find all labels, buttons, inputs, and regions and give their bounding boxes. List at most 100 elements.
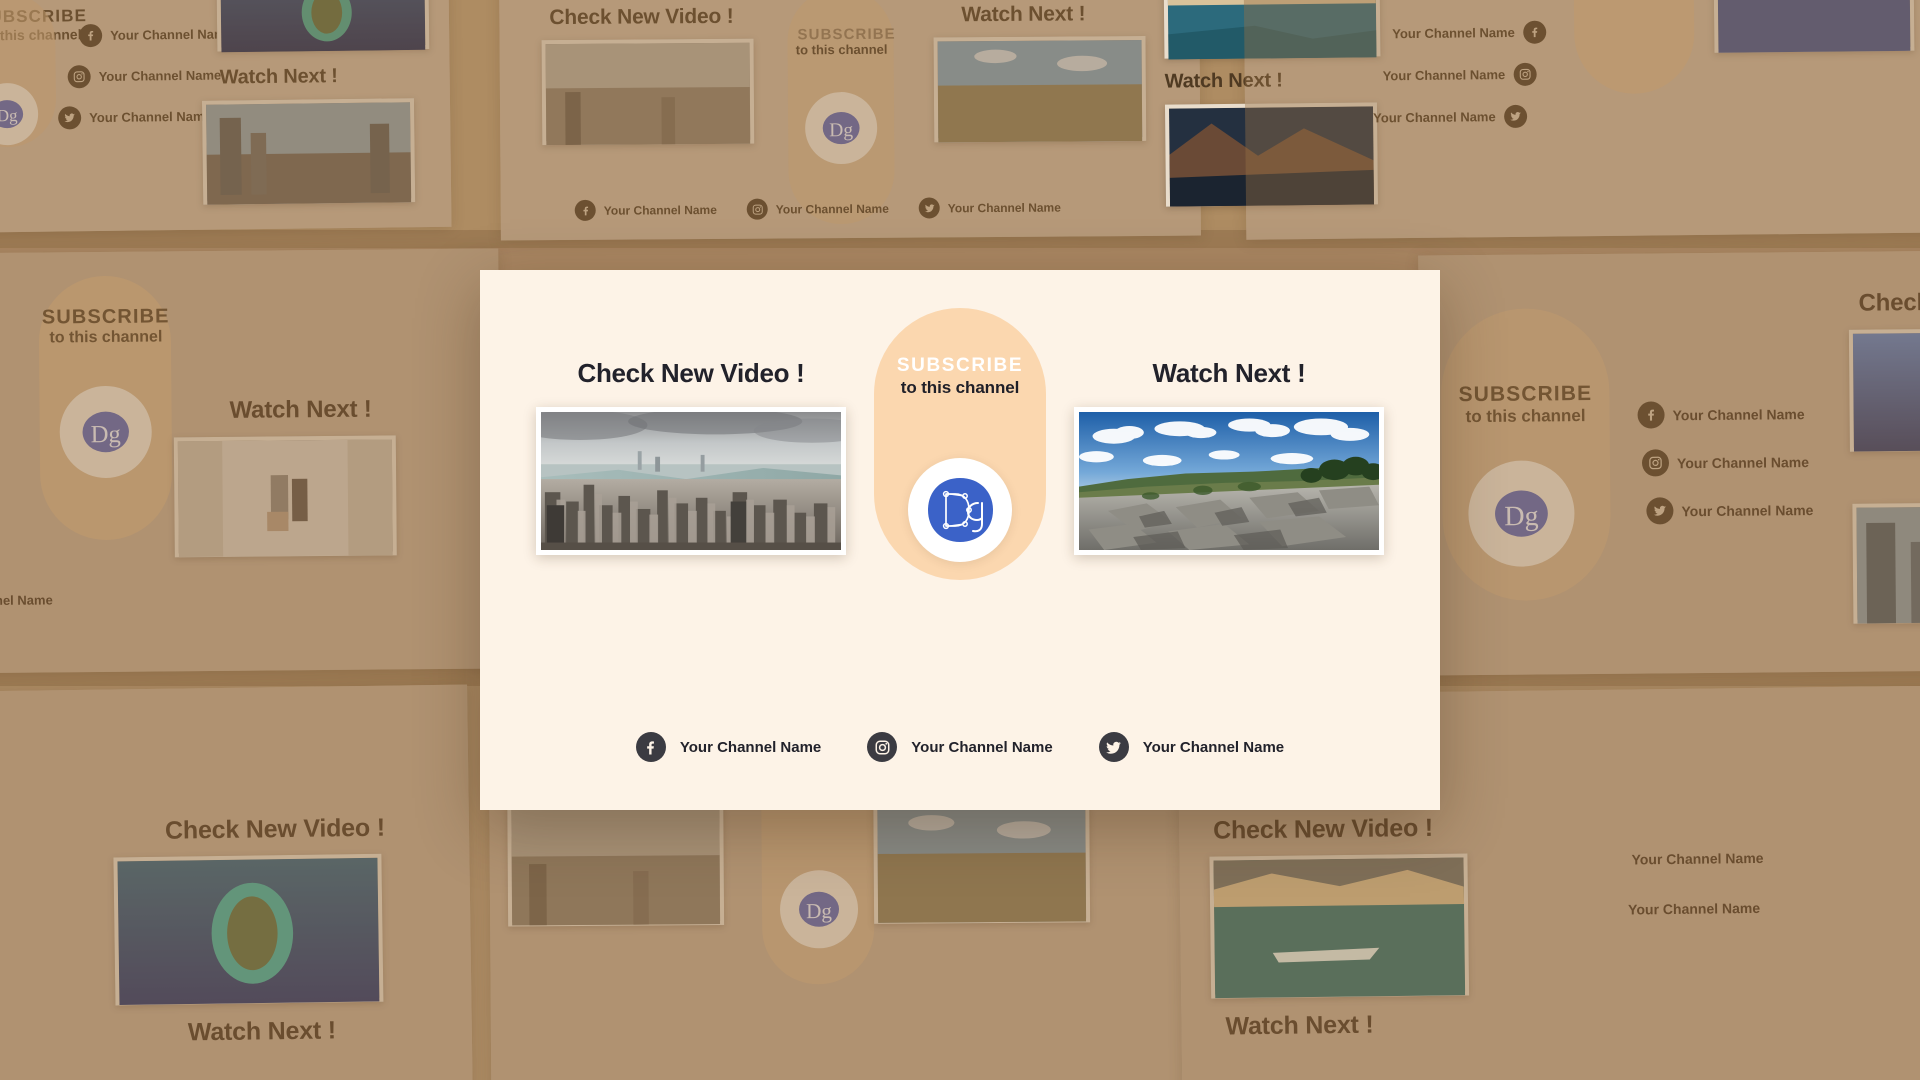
- background-tile: SUBSCRIBE to this channel Dg Your Channe…: [0, 0, 452, 236]
- nyc-aerial-cityscape-thumbnail[interactable]: [536, 407, 846, 555]
- svg-text:Dg: Dg: [829, 120, 853, 141]
- background-subscribe-oval: [1573, 0, 1695, 95]
- facebook-icon: [635, 732, 666, 762]
- background-social-item: Your Channel Name: [1382, 62, 1537, 88]
- instagram-icon: [1641, 449, 1670, 477]
- background-heading-watch: Watch Next !: [961, 2, 1086, 27]
- background-tile: Watch Next ! Your Channel Name Your Chan…: [1163, 0, 1920, 240]
- background-social-item: Your Channel Name: [58, 105, 212, 130]
- background-social-item: Your Channel Name: [574, 199, 717, 221]
- background-thumbnail: [216, 0, 430, 53]
- background-social-item: Your Channel Name: [1641, 448, 1810, 477]
- background-social-item: Your Channel Name: [918, 197, 1061, 219]
- instagram-icon: [67, 65, 91, 89]
- watch-next-heading: Watch Next !: [1152, 358, 1306, 388]
- background-social-item: Your Channel Name: [1646, 496, 1813, 525]
- social-channel-name: Your Channel Name: [1142, 738, 1285, 756]
- social-link-facebook[interactable]: Your Channel Name: [635, 732, 822, 762]
- background-subscribe-sub: to this channel: [49, 328, 163, 347]
- background-thumbnail: [113, 853, 384, 1006]
- background-channel-label: Your Channel Name: [1672, 405, 1805, 423]
- twitter-icon: [58, 106, 82, 130]
- background-heading-check: Check New Video !: [1212, 813, 1434, 845]
- background-channel-label: Your Channel Name: [1676, 453, 1810, 471]
- background-heading-watch: Watch Next !: [219, 65, 338, 89]
- background-logo-badge: Dg: [804, 91, 878, 165]
- background-heading-watch: Watch Next !: [1164, 69, 1283, 93]
- background-social-item: Your Channel Name: [79, 22, 233, 48]
- facebook-icon: [574, 199, 596, 221]
- outro-template-preview-modal: Check New Video ! SUBSCRIBE to this chan…: [480, 270, 1440, 810]
- facebook-icon: [79, 23, 103, 48]
- instagram-icon: [1513, 62, 1537, 86]
- background-subscribe-sub: to this channel: [795, 41, 888, 58]
- background-channel-label: Your Channel Name: [98, 67, 222, 85]
- background-subscribe-block: SUBSCRIBE: [797, 25, 896, 44]
- instagram-icon: [746, 198, 768, 220]
- background-tile: Check New Video ! SUBSCRIBE to this chan…: [499, 0, 1201, 241]
- background-channel-label: Your Channel Name: [603, 202, 717, 218]
- background-channel-label: Your Channel Name: [775, 201, 889, 217]
- background-channel-label: Your Channel Name: [110, 26, 233, 43]
- background-subscribe-word: SUBSCRIBE: [41, 305, 170, 329]
- background-social-item: Your Channel Name: [1631, 850, 1763, 868]
- background-channel-label: Your Channel Name: [1382, 67, 1506, 84]
- subscribe-badge[interactable]: SUBSCRIBE to this channel: [874, 308, 1046, 580]
- background-channel-label: Your Channel Name: [1373, 109, 1496, 126]
- background-social-item: Your Channel Name: [0, 588, 53, 612]
- background-thumbnail: [933, 35, 1147, 143]
- svg-text:Dg: Dg: [0, 106, 18, 125]
- background-heading-watch: Watch Next !: [1225, 1010, 1374, 1041]
- background-subscribe-sub-block: to this channel: [792, 42, 892, 58]
- background-thumbnail: [873, 800, 1091, 924]
- background-subscribe-block: SUBSCRIBE to this channel: [1443, 382, 1607, 427]
- social-channel-name: Your Channel Name: [679, 738, 822, 756]
- background-channel-label: Your Channel Name: [1631, 849, 1764, 868]
- background-thumbnail: [541, 38, 755, 146]
- twitter-icon: [1098, 732, 1129, 762]
- background-thumbnail: [201, 98, 416, 205]
- svg-text:Dg: Dg: [806, 899, 833, 923]
- background-heading-check: Check New Video !: [164, 813, 386, 845]
- background-thumbnail: [173, 435, 397, 558]
- background-channel-label: Your Channel Name: [0, 592, 53, 609]
- background-thumbnail: [1164, 102, 1379, 207]
- background-channel-label: Your Channel Name: [1628, 899, 1761, 918]
- rocky-coastline-thumbnail[interactable]: [1074, 407, 1384, 555]
- background-social-item: Your Channel Name: [1373, 104, 1527, 130]
- twitter-icon: [918, 197, 940, 219]
- background-subscribe-word: SUBSCRIBE: [1458, 381, 1593, 407]
- background-channel-label: Your Channel Name: [947, 200, 1061, 215]
- watch-next-panel: Watch Next !: [1064, 358, 1394, 555]
- background-social-item: Your Channel Name: [1392, 20, 1546, 46]
- social-link-instagram[interactable]: Your Channel Name: [867, 732, 1053, 762]
- background-logo-badge: Dg: [779, 870, 859, 949]
- background-subscribe-block: SUBSCRIBE to this channel: [35, 305, 177, 347]
- background-social-item: Your Channel Name: [67, 64, 222, 89]
- background-thumbnail: [1852, 501, 1920, 624]
- dg-monogram-logo[interactable]: [908, 458, 1012, 562]
- subscribe-word: SUBSCRIBE: [896, 355, 1024, 376]
- social-link-twitter[interactable]: Your Channel Name: [1098, 732, 1285, 762]
- social-channel-name: Your Channel Name: [911, 738, 1053, 756]
- background-subscribe-sub: to this channel: [1465, 406, 1586, 427]
- background-heading-watch: Watch Next !: [229, 395, 372, 424]
- background-thumbnail: [1163, 0, 1381, 60]
- social-links-row: Your Channel Name Your Channel Name Your…: [480, 732, 1440, 762]
- background-subscribe-word: SUBSCRIBE: [797, 25, 896, 44]
- background-channel-label: Your Channel Name: [1392, 24, 1515, 42]
- background-heading-check: Check New Video !: [549, 4, 734, 30]
- subscribe-subtitle: to this channel: [900, 377, 1020, 397]
- background-thumbnail: [1713, 0, 1915, 54]
- background-social-item: Your Channel Name: [746, 198, 889, 220]
- svg-text:Dg: Dg: [91, 421, 121, 448]
- check-new-video-panel: Check New Video !: [526, 358, 856, 555]
- background-heading-check: Check New Video !: [1858, 288, 1920, 317]
- background-logo-badge: Dg: [1467, 460, 1575, 568]
- background-channel-label: Your Channel Name: [89, 108, 212, 126]
- background-tile: SUBSCRIBE to this channel Dg Your Channe…: [1418, 248, 1920, 676]
- background-thumbnail: [507, 802, 725, 927]
- background-tile: Check New Video ! Watch Next ! Your Chan…: [0, 684, 473, 1080]
- instagram-icon: [867, 732, 898, 762]
- twitter-icon: [1646, 497, 1674, 525]
